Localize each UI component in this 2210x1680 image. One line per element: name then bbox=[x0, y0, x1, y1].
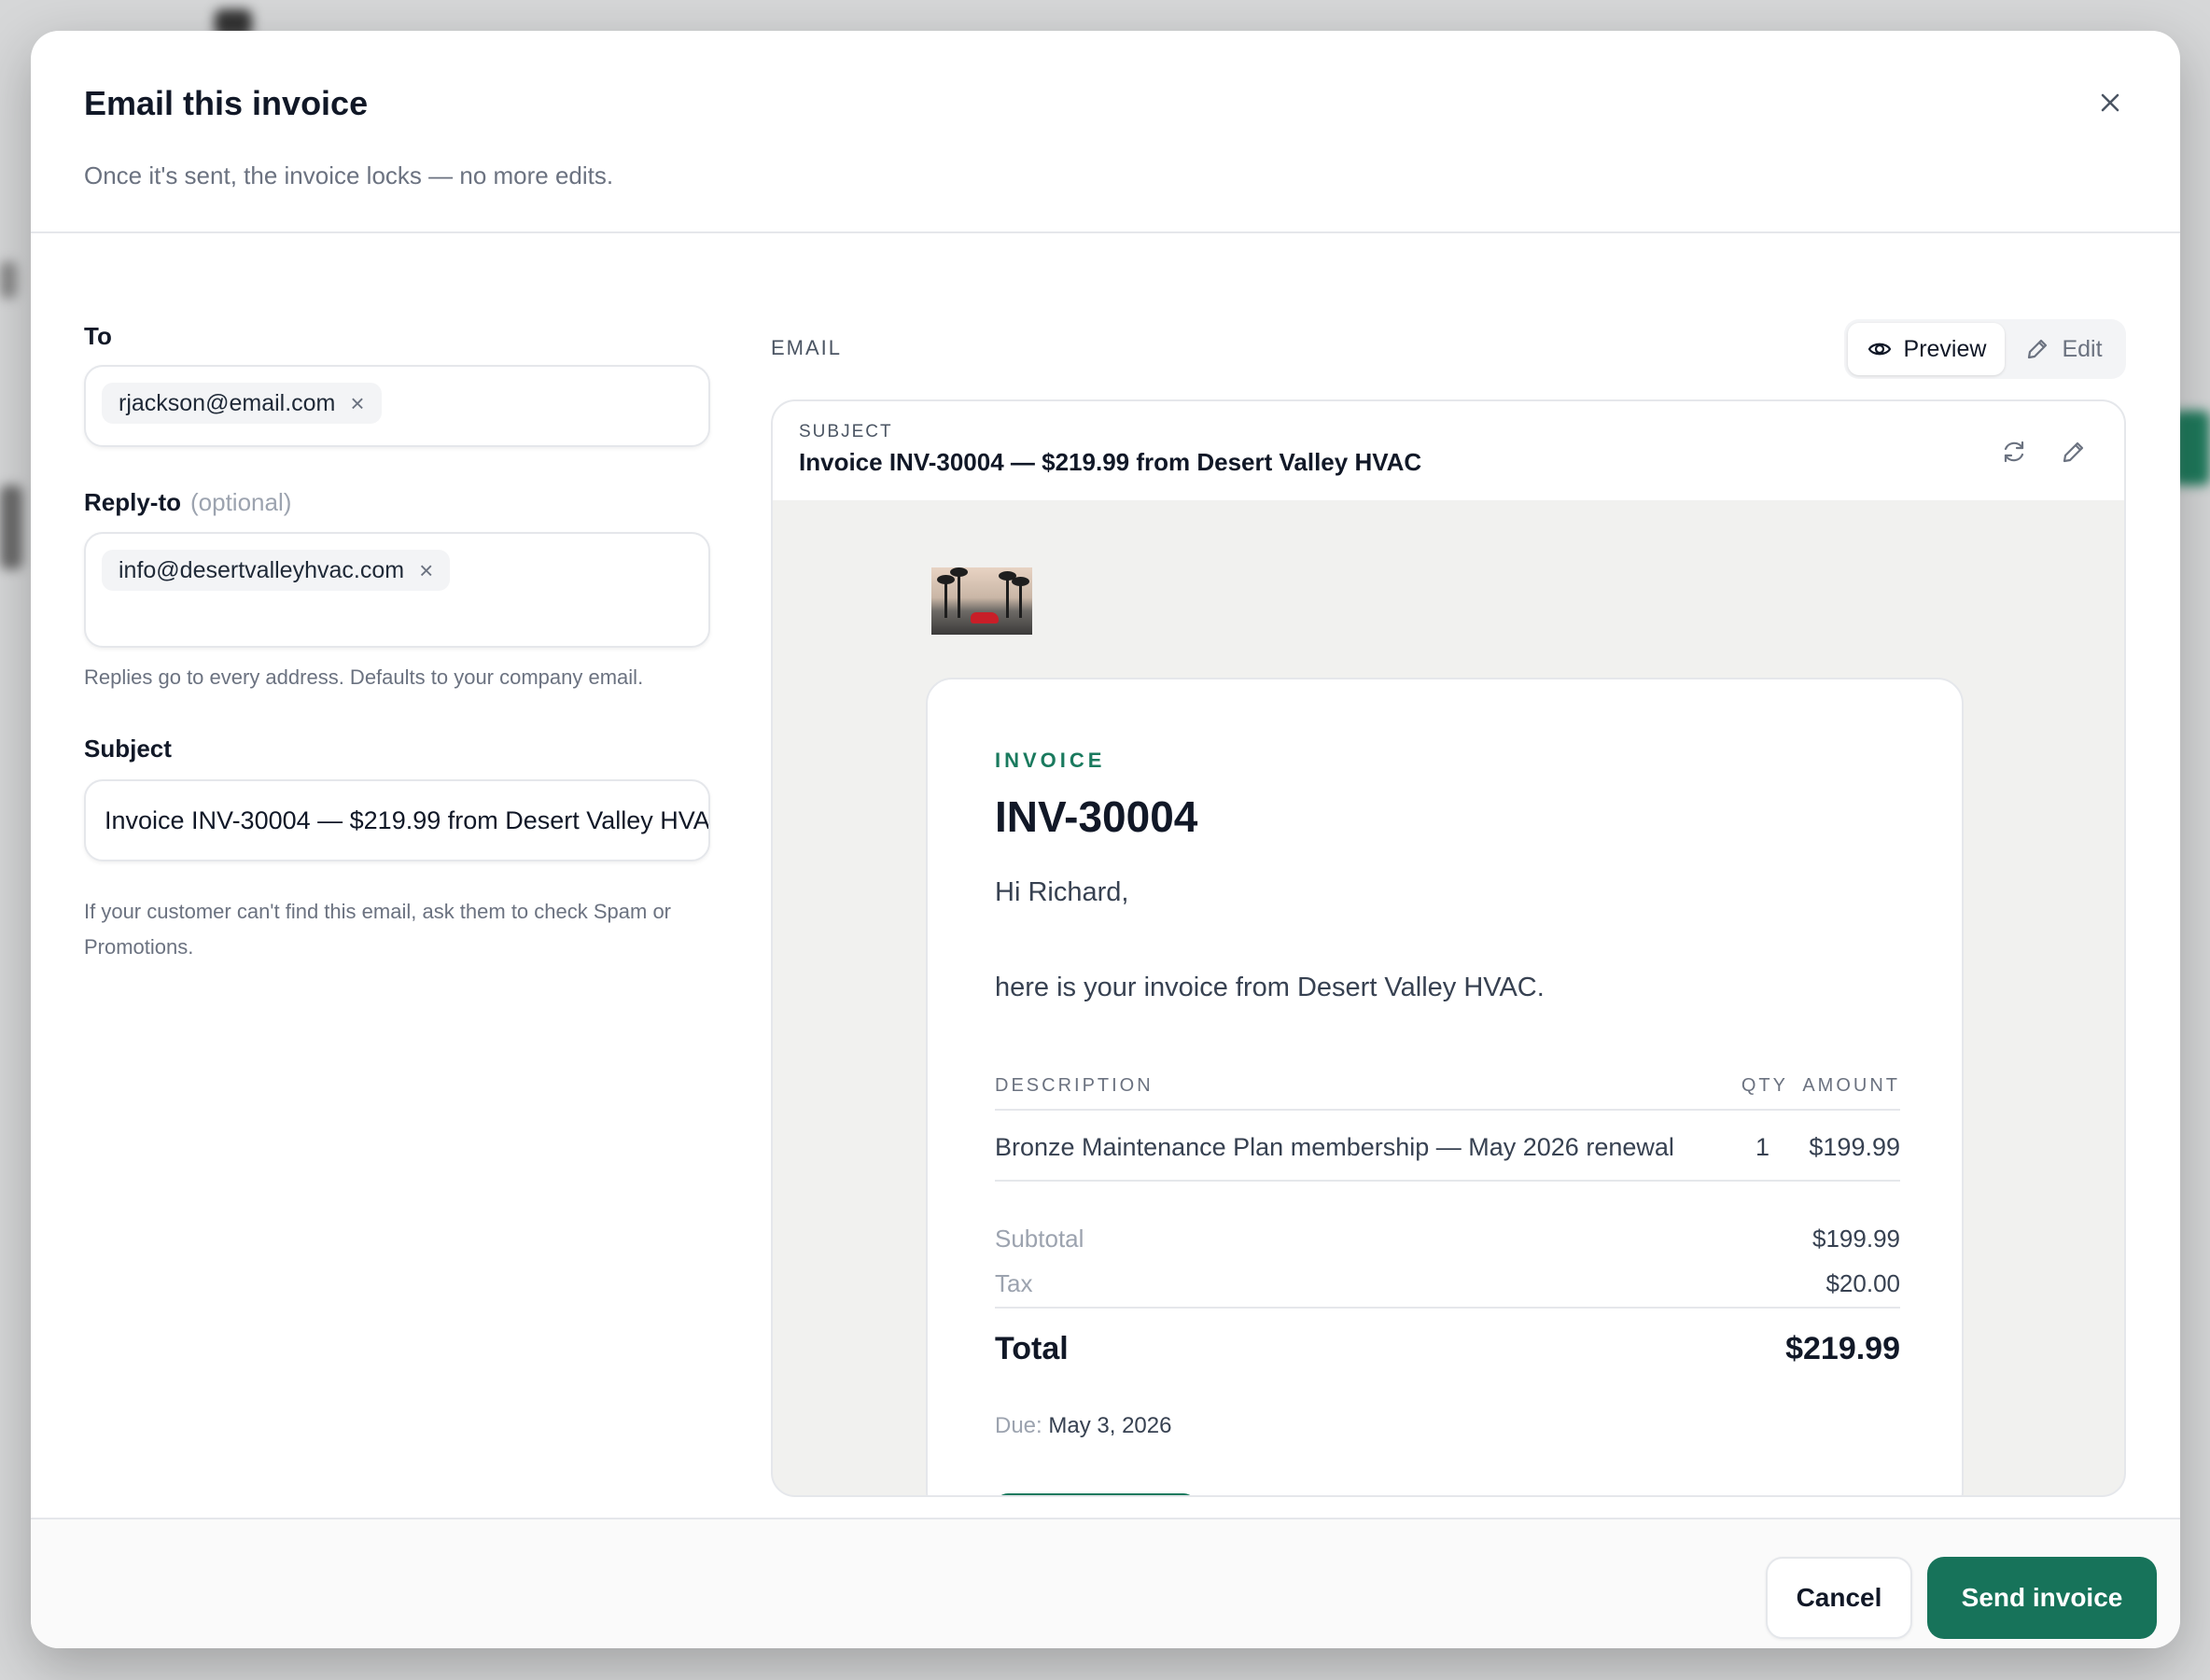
optional-hint: (optional) bbox=[190, 488, 292, 516]
to-chip-label: rjackson@email.com bbox=[119, 389, 336, 416]
regenerate-subject-button[interactable] bbox=[1995, 433, 2033, 470]
logo-palm bbox=[950, 567, 968, 618]
pencil-icon bbox=[2028, 339, 2048, 359]
subtotal-value: $199.99 bbox=[1812, 1225, 1900, 1253]
reply-to-label: Reply-to (optional) bbox=[84, 488, 291, 517]
invoice-card: INVOICE INV-30004 Hi Richard, here is yo… bbox=[926, 678, 1964, 1495]
background-blur bbox=[0, 485, 22, 569]
subject-preview: Invoice INV-30004 — $219.99 from Desert … bbox=[799, 448, 1422, 476]
email-section-label: EMAIL bbox=[771, 336, 843, 359]
logo-car bbox=[971, 612, 999, 623]
eye-icon bbox=[1867, 343, 1891, 356]
column-description: DESCRIPTION bbox=[995, 1075, 1154, 1096]
subject-caption: SUBJECT bbox=[799, 422, 893, 441]
due-date: Due: May 3, 2026 bbox=[995, 1413, 1171, 1439]
due-label: Due: bbox=[995, 1413, 1042, 1438]
edit-subject-button[interactable] bbox=[2055, 433, 2092, 470]
dialog-footer: Cancel Send invoice bbox=[31, 1518, 2180, 1648]
subtotal-row: Subtotal $199.99 bbox=[995, 1225, 1900, 1253]
to-label: To bbox=[84, 322, 112, 350]
company-logo-image bbox=[931, 567, 1032, 635]
refresh-icon bbox=[2004, 441, 2024, 463]
subject-label: Subject bbox=[84, 735, 172, 763]
preview-tab-label: Preview bbox=[1903, 335, 1987, 362]
line-item-description: Bronze Maintenance Plan membership — May… bbox=[995, 1133, 1674, 1161]
due-date-value: May 3, 2026 bbox=[1048, 1413, 1172, 1438]
to-field[interactable]: rjackson@email.com × bbox=[84, 365, 710, 447]
email-invoice-dialog: Email this invoice Once it's sent, the i… bbox=[31, 31, 2180, 1648]
background-blur bbox=[0, 261, 17, 299]
edit-tab-label: Edit bbox=[2062, 335, 2103, 362]
logo-palm bbox=[999, 571, 1016, 618]
tax-row: Tax $20.00 bbox=[995, 1269, 1900, 1298]
dialog-header: Email this invoice Once it's sent, the i… bbox=[31, 31, 2180, 233]
line-items-header: DESCRIPTION QTY AMOUNT bbox=[995, 1075, 1900, 1111]
reply-to-chip: info@desertvalleyhvac.com × bbox=[102, 550, 451, 591]
intro-text: here is your invoice from Desert Valley … bbox=[995, 973, 1545, 1002]
tax-value: $20.00 bbox=[1825, 1269, 1900, 1297]
preview-tab[interactable]: Preview bbox=[1848, 323, 2005, 375]
reply-to-chip-label: info@desertvalleyhvac.com bbox=[119, 556, 405, 583]
edit-tab[interactable]: Edit bbox=[2005, 323, 2122, 375]
subject-preview-bar: SUBJECT Invoice INV-30004 — $219.99 from… bbox=[773, 401, 2124, 500]
cancel-button[interactable]: Cancel bbox=[1766, 1557, 1912, 1639]
dialog-subtitle: Once it's sent, the invoice locks — no m… bbox=[84, 161, 614, 189]
line-item-qty: 1 bbox=[1755, 1133, 1769, 1161]
greeting: Hi Richard, bbox=[995, 877, 1129, 907]
pay-invoice-button[interactable] bbox=[995, 1493, 1196, 1495]
logo-palm bbox=[937, 575, 955, 618]
reply-to-help: Replies go to every address. Defaults to… bbox=[84, 665, 644, 689]
close-button[interactable] bbox=[2085, 77, 2135, 128]
total-row: Total $219.99 bbox=[995, 1307, 1900, 1372]
reply-to-label-text: Reply-to bbox=[84, 488, 181, 516]
dialog-title: Email this invoice bbox=[84, 84, 369, 122]
line-item-amount: $199.99 bbox=[1809, 1133, 1900, 1161]
column-amount: AMOUNT bbox=[1802, 1075, 1900, 1096]
total-value: $219.99 bbox=[1785, 1331, 1900, 1366]
send-invoice-button[interactable]: Send invoice bbox=[1927, 1557, 2157, 1639]
pencil-icon bbox=[2063, 441, 2084, 463]
to-chip: rjackson@email.com × bbox=[102, 383, 382, 424]
email-preview-frame: SUBJECT Invoice INV-30004 — $219.99 from… bbox=[771, 399, 2126, 1497]
line-item-row: Bronze Maintenance Plan membership — May… bbox=[995, 1113, 1900, 1182]
column-qty: QTY bbox=[1741, 1075, 1788, 1096]
reply-to-field[interactable]: info@desertvalleyhvac.com × bbox=[84, 532, 710, 648]
invoice-caption: INVOICE bbox=[995, 749, 1106, 772]
close-icon bbox=[2101, 93, 2119, 112]
subject-input[interactable]: Invoice INV-30004 — $219.99 from Desert … bbox=[84, 779, 710, 861]
view-mode-toggle: Preview Edit bbox=[1844, 319, 2126, 379]
remove-chip-icon[interactable]: × bbox=[350, 389, 364, 418]
tax-label: Tax bbox=[995, 1269, 1033, 1297]
subtotal-label: Subtotal bbox=[995, 1225, 1084, 1253]
invoice-number: INV-30004 bbox=[995, 792, 1198, 841]
total-label: Total bbox=[995, 1331, 1069, 1366]
remove-chip-icon[interactable]: × bbox=[419, 556, 433, 585]
logo-palm bbox=[1012, 577, 1029, 618]
subject-help: If your customer can't find this email, … bbox=[84, 900, 672, 959]
